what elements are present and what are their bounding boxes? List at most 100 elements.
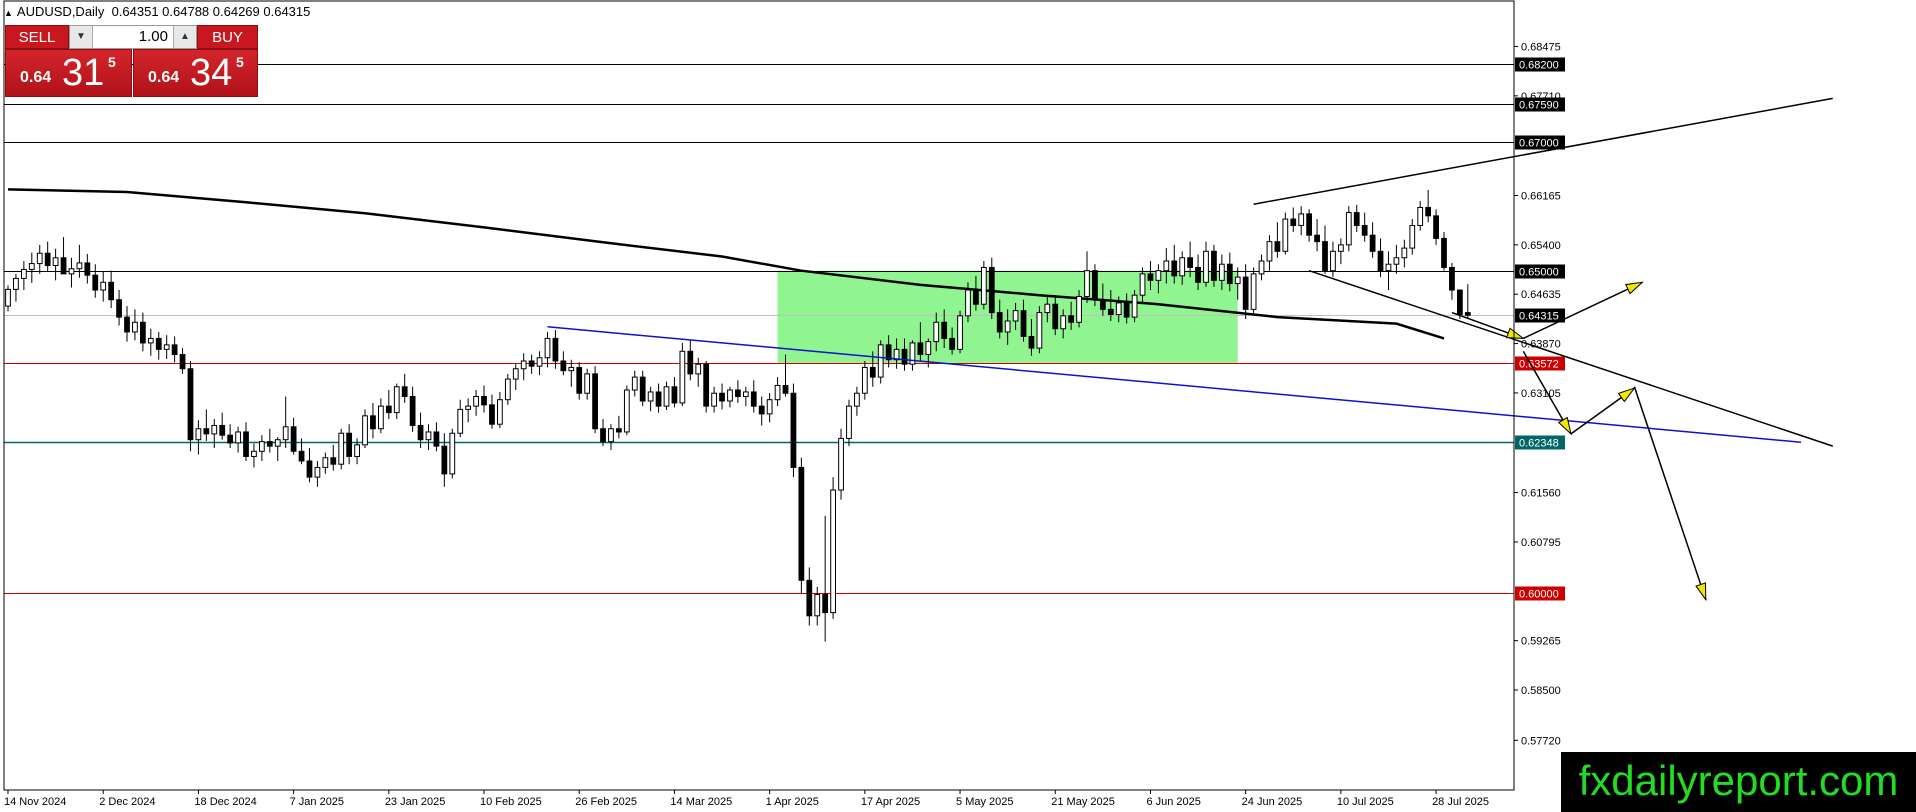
candle-body [584,373,591,394]
candle-body [1012,310,1019,322]
candle [750,380,757,413]
candle-body [592,373,598,430]
sell-price-box[interactable]: 0.64 31 5 [5,49,132,97]
candle-body [282,426,289,441]
candle-body [139,321,146,344]
candle [100,271,107,302]
x-tick-label: 26 Feb 2025 [575,796,637,808]
candle [1433,209,1439,245]
candle-body [489,404,495,425]
candle [735,380,741,403]
candle-body [766,399,773,415]
arrow-head [1505,327,1525,339]
lot-increase-arrow-icon[interactable]: ▲ [173,26,196,48]
sell-price-prefix: 0.64 [20,69,52,86]
candle-body [1353,212,1360,227]
candle [520,353,527,381]
candle-body [1218,263,1225,281]
candle-body [5,288,11,307]
candle-body [1020,310,1027,337]
buy-price-point: 5 [236,54,244,70]
candle-body [687,350,694,375]
candle [1282,212,1289,255]
candle-body [608,428,614,443]
x-tick-label: 10 Feb 2025 [480,796,542,808]
candle-body [1068,315,1075,323]
candle [116,290,122,326]
candle [774,377,781,407]
sell-button[interactable]: SELL [5,25,69,49]
candle-body [996,312,1003,333]
y-tick-label: 0.65400 [1521,240,1561,252]
candle [1258,254,1265,281]
y-tick-label: 0.57720 [1521,735,1561,747]
buy-price-box[interactable]: 0.64 34 5 [133,49,258,97]
level-label: 0.63572 [1519,359,1559,371]
candle [679,342,686,407]
candle-body [147,337,154,344]
x-tick-label: 28 Jul 2025 [1432,796,1489,808]
candle-body [116,299,122,318]
candle-body [973,289,979,305]
candle-body [1004,320,1011,333]
candle [814,586,821,626]
candle-body [1361,225,1368,236]
candle-body [846,405,852,439]
candle-body [465,405,472,410]
candle-body [401,386,408,397]
candle [60,237,67,275]
candle-body [901,348,908,365]
level-label: 0.65000 [1519,267,1559,279]
candle [560,351,567,376]
candle [711,386,717,413]
candle [5,285,11,312]
candle [957,310,963,354]
candle [378,398,384,434]
candle [409,386,416,432]
candle-body [806,579,813,617]
candle-body [1028,335,1035,349]
candle [84,253,91,284]
candle-body [679,350,686,404]
candle-body [1449,266,1455,291]
candle-body [1226,263,1233,285]
candle-body [1314,234,1320,243]
price-chart[interactable]: 0.682000.675900.670000.650000.643150.635… [0,0,1916,812]
candle [1425,190,1432,223]
candle-body [28,263,35,270]
candle-body [925,341,932,356]
candle [1092,264,1098,307]
candle-body [1425,206,1432,217]
lot-size-value[interactable]: 1.00 [92,26,168,48]
candle [663,381,670,411]
lot-decrease-arrow-icon[interactable]: ▼ [70,26,93,48]
candle [282,396,289,449]
candle-body [822,594,829,614]
candle [243,422,249,461]
buy-button[interactable]: BUY [197,25,258,49]
candle-body [385,405,392,414]
candle-body [560,360,567,372]
candle [187,360,194,452]
buy-price-pips: 34 [190,52,233,94]
trend-line [1308,269,1833,447]
candle-body [1274,241,1281,252]
candle-body [1250,273,1257,310]
y-tick-label: 0.67710 [1521,91,1561,103]
candle-body [1115,302,1122,316]
x-tick-label: 24 Jun 2025 [1242,796,1303,808]
candle-body [1123,302,1130,318]
candle [1266,235,1273,271]
arrow-segment [1633,386,1707,600]
candle-body [132,321,138,333]
candle-body [1337,244,1344,252]
candle [631,370,638,397]
candle-body [338,432,345,465]
candle-body [298,450,305,462]
lot-size-field[interactable]: ▼ 1.00 ▲ [69,25,197,49]
candle-body [1441,237,1447,268]
collapse-triangle-icon[interactable]: ▲ [4,8,13,18]
candle-body [600,428,606,443]
one-click-trading-panel: SELL ▼ 1.00 ▲ BUY 0.64 31 5 0.64 34 5 [5,25,258,97]
candle [608,424,614,451]
